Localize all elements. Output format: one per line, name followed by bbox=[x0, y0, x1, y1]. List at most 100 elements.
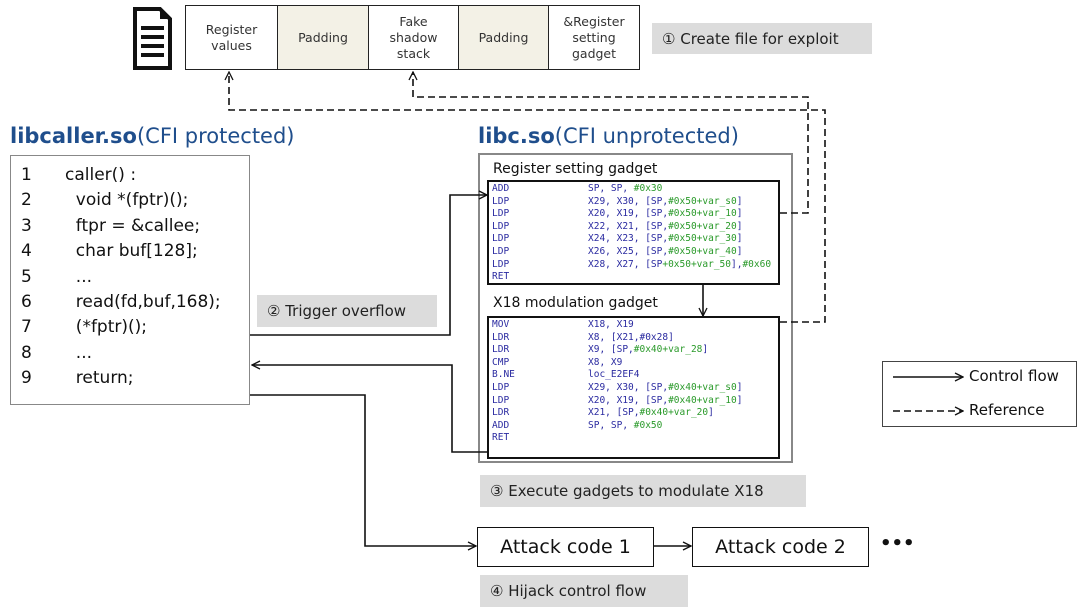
asm-opcode: RET bbox=[492, 432, 510, 444]
line-number: 4 bbox=[21, 241, 32, 262]
asm-operands: X18, X19 bbox=[588, 319, 634, 330]
file-cell-fake-shadow-stack: Fake shadow stack bbox=[368, 5, 459, 70]
attack-code-1: Attack code 1 bbox=[477, 527, 654, 567]
code-text: read(fd,buf,168); bbox=[65, 292, 221, 312]
libc-title-bold: libc.so bbox=[478, 124, 555, 148]
asm-operands: X28, X27, [SP+0x50+var_50],#0x60 bbox=[588, 258, 772, 270]
asm-line: ADD SP, SP, #0x30 bbox=[492, 183, 662, 196]
asm-line: LDP X29, X30, [SP,#0x50+var_s0] bbox=[492, 196, 742, 209]
asm-opcode: LDP bbox=[492, 246, 510, 257]
step-3-label: ③ Execute gadgets to modulate X18 bbox=[480, 475, 806, 507]
asm-operands: X20, X19, [SP,#0x40+var_10] bbox=[588, 394, 743, 406]
code-text: void *(fptr)(); bbox=[65, 190, 189, 211]
step-4-label: ④ Hijack control flow bbox=[480, 575, 688, 607]
asm-line: LDP X20, X19, [SP,#0x40+var_10] bbox=[492, 395, 742, 408]
libc-title: libc.so(CFI unprotected) bbox=[478, 124, 739, 148]
asm-opcode: ADD bbox=[492, 419, 510, 431]
libc-title-rest: (CFI unprotected) bbox=[554, 124, 739, 148]
asm-line: LDP X26, X25, [SP,#0x50+var_40] bbox=[492, 246, 742, 259]
code-text: (*fptr)(); bbox=[65, 317, 147, 338]
line-number: 5 bbox=[21, 266, 32, 287]
exploit-diagram: Register values Padding Fake shadow stac… bbox=[0, 0, 1085, 614]
asm-line: LDP X20, X19, [SP,#0x50+var_10] bbox=[492, 208, 742, 221]
asm-operands: SP, SP, #0x30 bbox=[588, 183, 663, 194]
asm-opcode: LDP bbox=[492, 233, 510, 245]
asm-operands: X8, [X21,#0x28] bbox=[588, 331, 674, 343]
legend: Control flow Reference bbox=[882, 361, 1077, 427]
code-text: ... bbox=[65, 266, 93, 287]
code-line: 4 char buf[128]; bbox=[21, 241, 198, 261]
file-cell-register-values: Register values bbox=[185, 5, 278, 70]
asm-line: ADD SP, SP, #0x50 bbox=[492, 420, 662, 433]
asm-operands: X21, [SP,#0x40+var_20] bbox=[588, 407, 714, 419]
asm-line: RET bbox=[492, 432, 588, 445]
more-ellipsis: ••• bbox=[880, 533, 915, 554]
control-flow-return-arrow bbox=[252, 365, 487, 453]
line-number: 3 bbox=[21, 215, 32, 236]
asm-operands: X26, X25, [SP,#0x50+var_40] bbox=[588, 246, 743, 257]
caller-code-box: 1 caller() : 2 void *(fptr)(); 3 ftpr = &ca… bbox=[10, 155, 250, 405]
asm-opcode: LDP bbox=[492, 258, 510, 270]
asm-line: LDR X9, [SP,#0x40+var_28] bbox=[492, 344, 708, 357]
code-text: char buf[128]; bbox=[65, 241, 198, 262]
asm-operands: loc_E2EF4 bbox=[588, 369, 640, 381]
code-line: 2 void *(fptr)(); bbox=[21, 190, 188, 210]
line-number: 7 bbox=[21, 317, 32, 338]
step-1-label: ① Create file for exploit bbox=[652, 23, 872, 54]
asm-opcode: LDP bbox=[492, 195, 510, 207]
gadget2-label: X18 modulation gadget bbox=[493, 295, 658, 311]
asm-opcode: LDR bbox=[492, 407, 510, 419]
asm-line: RET bbox=[492, 271, 588, 284]
asm-opcode: LDP bbox=[492, 208, 510, 220]
asm-opcode: MOV bbox=[492, 319, 510, 330]
asm-line: LDP X24, X23, [SP,#0x50+var_30] bbox=[492, 233, 742, 246]
asm-line: LDP X28, X27, [SP+0x50+var_50],#0x60 bbox=[492, 259, 771, 272]
control-flow-hijack-arrow bbox=[250, 394, 476, 546]
asm-operands: X9, [SP,#0x40+var_28] bbox=[588, 344, 709, 356]
code-text: ... bbox=[65, 342, 93, 363]
asm-line: B.NE loc_E2EF4 bbox=[492, 369, 639, 382]
line-number: 8 bbox=[21, 342, 32, 363]
code-text: ftpr = &callee; bbox=[65, 215, 201, 236]
asm-line: LDR X8, [X21,#0x28] bbox=[492, 332, 674, 345]
step-2-label: ② Trigger overflow bbox=[257, 295, 437, 327]
line-number: 9 bbox=[21, 368, 32, 389]
asm-operands: X22, X21, [SP,#0x50+var_20] bbox=[588, 220, 743, 232]
asm-opcode: LDP bbox=[492, 394, 510, 406]
file-cell-register-gadget-address: &Register setting gadget bbox=[548, 5, 640, 70]
attack-code-2: Attack code 2 bbox=[692, 527, 869, 567]
file-cell-padding: Padding bbox=[277, 5, 369, 70]
asm-opcode: ADD bbox=[492, 183, 510, 194]
gadget1-label: Register setting gadget bbox=[493, 161, 658, 177]
code-line: 8 ... bbox=[21, 343, 92, 363]
asm-operands: X24, X23, [SP,#0x50+var_30] bbox=[588, 233, 743, 245]
code-text: caller() : bbox=[65, 165, 137, 185]
code-line: 6 read(fd,buf,168); bbox=[21, 292, 221, 312]
line-number: 6 bbox=[21, 292, 32, 312]
code-line: 3 ftpr = &callee; bbox=[21, 216, 200, 236]
asm-line: LDP X22, X21, [SP,#0x50+var_20] bbox=[492, 221, 742, 234]
asm-opcode: B.NE bbox=[492, 369, 515, 381]
asm-operands: X29, X30, [SP,#0x40+var_s0] bbox=[588, 382, 743, 393]
asm-opcode: LDR bbox=[492, 331, 510, 343]
register-setting-gadget: ADD SP, SP, #0x30 LDP X29, X30, [SP,#0x50+v… bbox=[487, 180, 780, 285]
libcaller-title-rest: (CFI protected) bbox=[136, 124, 295, 148]
code-line: 9 return; bbox=[21, 368, 134, 388]
legend-control-flow: Control flow bbox=[969, 367, 1059, 385]
asm-line: LDP X29, X30, [SP,#0x40+var_s0] bbox=[492, 382, 742, 395]
libcaller-title-bold: libcaller.so bbox=[10, 124, 137, 148]
asm-opcode: LDR bbox=[492, 344, 510, 356]
asm-line: MOV X18, X19 bbox=[492, 319, 634, 332]
legend-reference: Reference bbox=[969, 401, 1045, 419]
asm-opcode: LDP bbox=[492, 220, 510, 232]
asm-line: CMP X8, X9 bbox=[492, 357, 622, 370]
asm-opcode: CMP bbox=[492, 356, 510, 368]
asm-operands: X20, X19, [SP,#0x50+var_10] bbox=[588, 208, 743, 220]
libcaller-title: libcaller.so(CFI protected) bbox=[10, 124, 295, 148]
x18-modulation-gadget: MOV X18, X19 LDR X8, [X21,#0x28] LDR X9, [SP,… bbox=[487, 316, 780, 459]
asm-line: LDR X21, [SP,#0x40+var_20] bbox=[492, 407, 714, 420]
code-line: 5 ... bbox=[21, 267, 92, 287]
file-cell-padding: Padding bbox=[458, 5, 549, 70]
asm-opcode: LDP bbox=[492, 382, 510, 393]
asm-opcode: RET bbox=[492, 271, 510, 283]
